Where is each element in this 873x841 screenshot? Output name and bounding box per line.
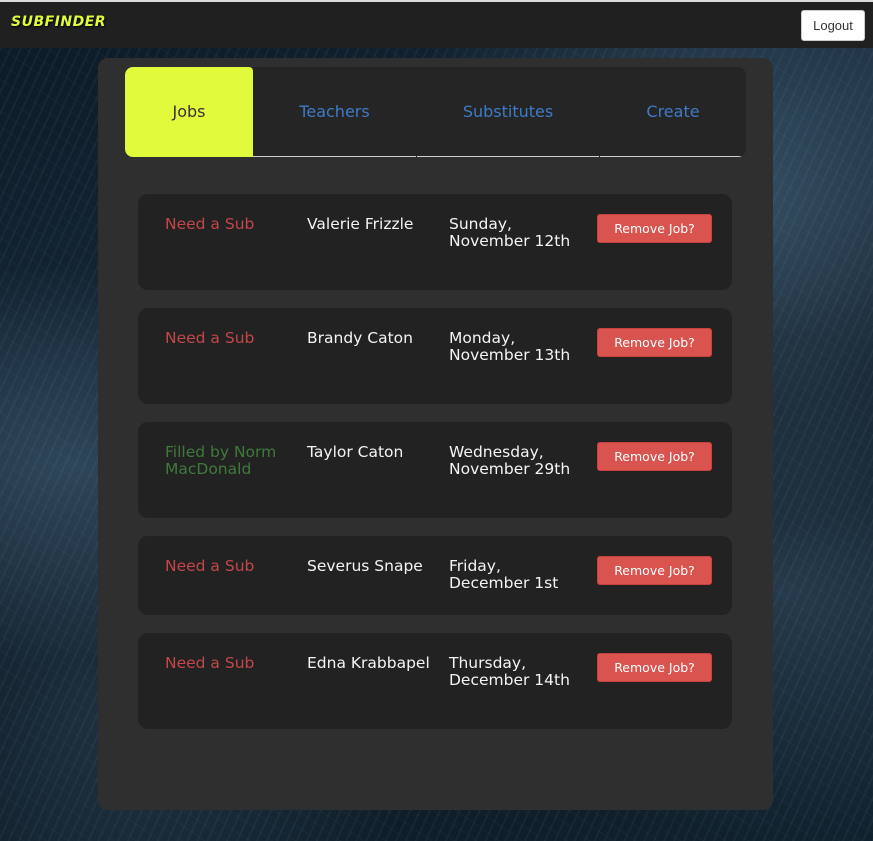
job-card: Need a Sub Severus Snape Friday, Decembe… xyxy=(138,536,732,615)
job-status: Need a Sub xyxy=(165,215,255,233)
tab-substitutes[interactable]: Substitutes xyxy=(417,67,599,157)
job-date: Sunday, November 12th xyxy=(449,215,571,250)
brand-logo[interactable]: SUBFINDER xyxy=(11,14,106,30)
remove-job-button[interactable]: Remove Job? xyxy=(597,328,712,357)
job-teacher: Taylor Caton xyxy=(307,443,404,461)
job-status: Filled by Norm MacDonald xyxy=(165,443,277,478)
job-date: Wednesday, November 29th xyxy=(449,443,571,478)
job-teacher: Severus Snape xyxy=(307,557,423,575)
tab-bar: Jobs Teachers Substitutes Create xyxy=(125,67,746,157)
job-date: Monday, November 13th xyxy=(449,329,571,364)
top-navbar: SUBFINDER Logout xyxy=(0,0,873,48)
logout-button[interactable]: Logout xyxy=(801,10,865,41)
remove-job-button[interactable]: Remove Job? xyxy=(597,442,712,471)
job-card: Filled by Norm MacDonald Taylor Caton We… xyxy=(138,422,732,518)
job-card: Need a Sub Brandy Caton Monday, November… xyxy=(138,308,732,404)
job-status: Need a Sub xyxy=(165,329,255,347)
job-teacher: Edna Krabbapel xyxy=(307,654,430,672)
tab-teachers[interactable]: Teachers xyxy=(253,67,416,157)
tab-create[interactable]: Create xyxy=(600,67,746,157)
main-panel: Jobs Teachers Substitutes Create Need a … xyxy=(98,58,773,810)
tab-jobs[interactable]: Jobs xyxy=(125,67,253,157)
job-status: Need a Sub xyxy=(165,557,255,575)
job-card: Need a Sub Edna Krabbapel Thursday, Dece… xyxy=(138,633,732,729)
remove-job-button[interactable]: Remove Job? xyxy=(597,653,712,682)
remove-job-button[interactable]: Remove Job? xyxy=(597,214,712,243)
remove-job-button[interactable]: Remove Job? xyxy=(597,556,712,585)
tab-divider xyxy=(416,156,417,157)
tab-divider xyxy=(599,156,600,157)
job-card: Need a Sub Valerie Frizzle Sunday, Novem… xyxy=(138,194,732,290)
job-status: Need a Sub xyxy=(165,654,255,672)
job-date: Friday, December 1st xyxy=(449,557,559,592)
job-date: Thursday, December 14th xyxy=(449,654,570,689)
job-teacher: Brandy Caton xyxy=(307,329,413,347)
job-teacher: Valerie Frizzle xyxy=(307,215,414,233)
